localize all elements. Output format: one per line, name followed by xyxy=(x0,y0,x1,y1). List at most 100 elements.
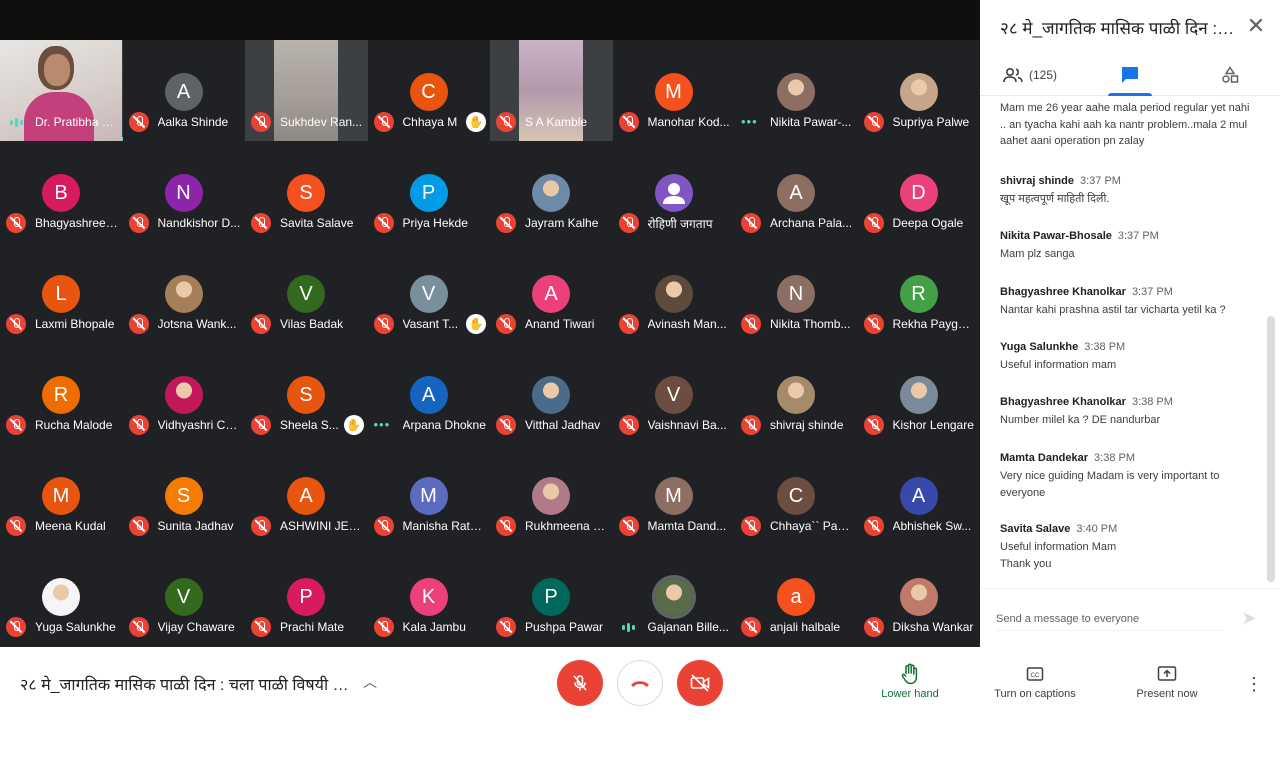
chat-input[interactable] xyxy=(996,607,1222,631)
mic-muted-icon xyxy=(618,314,639,334)
participant-tile[interactable]: L Laxmi Bhopale xyxy=(0,242,123,343)
close-icon[interactable]: ✕ xyxy=(1244,14,1268,38)
participant-name: Vilas Badak xyxy=(280,317,344,331)
mic-muted-icon xyxy=(496,516,516,536)
avatar: V xyxy=(654,376,693,414)
participant-tile[interactable]: N Nikita Thomb... xyxy=(735,242,858,343)
participant-name: Nikita Pawar-... xyxy=(770,115,852,129)
participant-name-bar: S A Kamble xyxy=(496,112,609,132)
participant-tile[interactable]: Diksha Wankar xyxy=(858,545,981,646)
present-now-button[interactable]: Present now xyxy=(1112,663,1222,707)
participant-tile[interactable]: A Aalka Shinde xyxy=(123,40,246,141)
participant-tile[interactable]: P Priya Hekde xyxy=(368,141,491,242)
avatar: D xyxy=(899,174,938,212)
send-icon[interactable]: ➤ xyxy=(1238,607,1260,629)
participant-tile[interactable]: A Archana Pala... xyxy=(735,141,858,242)
lower-hand-button[interactable]: Lower hand xyxy=(855,663,965,707)
participant-name: Archana Pala... xyxy=(770,216,853,230)
avatar xyxy=(899,73,938,111)
participant-tile[interactable]: P Pushpa Pawar xyxy=(490,545,613,646)
participant-name: Manohar Kod... xyxy=(647,115,730,129)
participant-tile[interactable]: V Vilas Badak xyxy=(245,242,368,343)
participant-name-bar: रोहिणी जगताप xyxy=(618,213,732,233)
participant-tile[interactable]: P Prachi Mate xyxy=(245,545,368,646)
participant-tile[interactable]: Gajanan Bille... xyxy=(613,545,736,646)
participant-tile[interactable]: Jayram Kalhe xyxy=(490,141,613,242)
participant-tile[interactable]: B Bhagyashree ... xyxy=(0,141,123,242)
camera-off-icon xyxy=(690,674,710,692)
participant-tile[interactable]: रोहिणी जगताप xyxy=(613,141,736,242)
participant-tile[interactable]: A Anand Tiwari xyxy=(490,242,613,343)
participant-tile[interactable]: A ••• Arpana Dhokne xyxy=(368,343,491,444)
participant-tile[interactable]: M Manisha Rath... xyxy=(368,444,491,545)
chevron-up-icon[interactable]: ︿ xyxy=(360,672,380,692)
participant-tile[interactable]: R Rucha Malode xyxy=(0,343,123,444)
participant-tile[interactable]: A Abhishek Sw... xyxy=(858,444,981,545)
participant-grid-area: Dr. Pratibha G... A Aalka Shinde Sukhdev Ra… xyxy=(0,0,980,647)
participant-name: shivraj shinde xyxy=(770,418,844,432)
participant-tile[interactable]: V Vaishnavi Ba... xyxy=(613,343,736,444)
participant-name: Meena Kudal xyxy=(35,519,106,533)
participant-tile[interactable]: S Sunita Jadhav xyxy=(123,444,246,545)
participant-name-bar: Aalka Shinde xyxy=(128,112,242,132)
chat-timestamp: 3:37 PM xyxy=(1079,175,1121,187)
participant-tile[interactable]: D Deepa Ogale xyxy=(858,141,981,242)
participant-tile[interactable]: Dr. Pratibha G... xyxy=(0,40,123,141)
participant-name: Manisha Rath... xyxy=(402,519,487,533)
chat-scrollbar[interactable] xyxy=(1267,316,1275,582)
participant-tile[interactable]: S A Kamble xyxy=(490,40,613,141)
chat-message-header: Savita Salave 3:40 PM xyxy=(1000,519,1250,537)
participant-tile[interactable]: Rukhmeena G... xyxy=(490,444,613,545)
participant-name: Anand Tiwari xyxy=(525,317,595,331)
camera-toggle-button[interactable] xyxy=(677,660,723,706)
participant-tile[interactable]: V Vasant T... ✋ xyxy=(368,242,491,343)
participant-tile[interactable]: Yuga Salunkhe xyxy=(0,545,123,646)
chat-text: Mam me 26 year aahe mala period regular … xyxy=(1000,102,1250,147)
captions-button[interactable]: CC Turn on captions xyxy=(980,663,1090,707)
participant-tile[interactable]: M Meena Kudal xyxy=(0,444,123,545)
participant-tile[interactable]: Jotsna Wank... xyxy=(123,242,246,343)
participant-name-bar: Sunita Jadhav xyxy=(128,516,242,536)
participant-tile[interactable]: S Sheela S... ✋ xyxy=(245,343,368,444)
panel-title: २८ मे_जागतिक मासिक पाळी दिन : च... xyxy=(1000,19,1236,38)
participant-name-bar: Avinash Man... xyxy=(618,314,732,334)
participant-name-bar: ASHWINI JET... xyxy=(251,516,364,536)
avatar: M xyxy=(409,477,448,515)
participant-tile[interactable]: M Manohar Kod... xyxy=(613,40,736,141)
avatar: R xyxy=(42,376,80,414)
participant-tile[interactable]: Supriya Palwe xyxy=(858,40,981,141)
participant-tile[interactable]: Sukhdev Ran... xyxy=(245,40,368,141)
participant-tile[interactable]: C Chhaya`` Pag... xyxy=(735,444,858,545)
avatar: V xyxy=(164,578,203,616)
avatar: A xyxy=(164,73,203,111)
leave-call-button[interactable] xyxy=(617,660,663,706)
avatar xyxy=(777,73,815,111)
participant-tile[interactable]: Kishor Lengare xyxy=(858,343,981,444)
tab-activities[interactable] xyxy=(1180,54,1280,96)
participant-tile[interactable]: Vidhyashri Ch... xyxy=(123,343,246,444)
avatar: A xyxy=(287,477,325,515)
participant-tile[interactable]: R Rekha Payghan xyxy=(858,242,981,343)
chat-message: Yuga Salunkhe 3:38 PM Useful information m… xyxy=(1000,337,1250,374)
participant-tile[interactable]: M Mamta Dand... xyxy=(613,444,736,545)
participant-name-bar: ••• Arpana Dhokne xyxy=(374,415,487,435)
more-options-icon[interactable]: ⋮ xyxy=(1244,673,1264,695)
avatar xyxy=(164,376,203,414)
participant-name-bar: Vaishnavi Ba... xyxy=(618,415,732,435)
mic-toggle-button[interactable] xyxy=(557,660,603,706)
tab-chat[interactable] xyxy=(1080,54,1180,96)
participant-tile[interactable]: A ASHWINI JET... xyxy=(245,444,368,545)
tab-participants[interactable]: (125) xyxy=(980,54,1080,96)
participant-tile[interactable]: V Vijay Chaware xyxy=(123,545,246,646)
participant-tile[interactable]: ••• Nikita Pawar-... xyxy=(735,40,858,141)
participant-tile[interactable]: Avinash Man... xyxy=(613,242,736,343)
participant-tile[interactable]: shivraj shinde xyxy=(735,343,858,444)
participant-tile[interactable]: K Kala Jambu xyxy=(368,545,491,646)
participant-tile[interactable]: a anjali halbale xyxy=(735,545,858,646)
participant-tile[interactable]: N Nandkishor D... xyxy=(123,141,246,242)
participant-tile[interactable]: Vitthal Jadhav xyxy=(490,343,613,444)
participant-tile[interactable]: C Chhaya M ✋ xyxy=(368,40,491,141)
avatar: V xyxy=(287,275,325,313)
participant-tile[interactable]: S Savita Salave xyxy=(245,141,368,242)
participant-name: Sukhdev Ran... xyxy=(280,115,363,129)
